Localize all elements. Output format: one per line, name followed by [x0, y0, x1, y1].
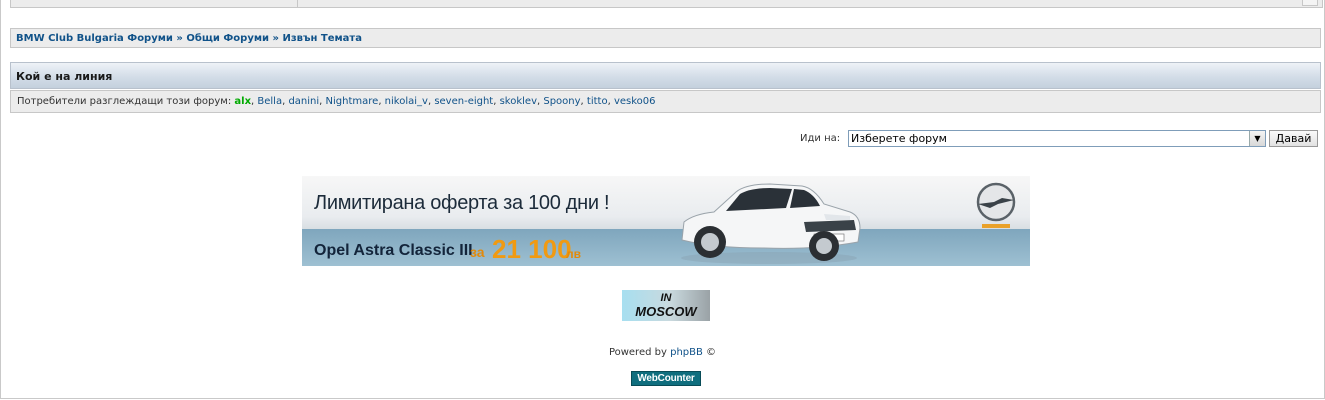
online-user[interactable]: skoklev — [500, 96, 537, 107]
badge-line-1: IN — [660, 292, 672, 304]
banner-price-prefix: за — [470, 244, 485, 260]
in-moscow-badge[interactable]: IN MOSCOW — [622, 290, 710, 321]
forum-select-value: Изберете форум — [851, 132, 947, 145]
forum-select[interactable]: Изберете форум ▼ — [848, 130, 1266, 147]
users-browsing-row: Потребители разглеждащи този форум: alx,… — [10, 90, 1321, 113]
online-user[interactable]: nikolai_v — [385, 96, 428, 107]
powered-by: Powered by phpBB © — [0, 347, 1325, 358]
breadcrumb-general-forums[interactable]: Общи Форуми — [186, 33, 269, 44]
previous-table-bottom — [10, 0, 1323, 8]
jump-label: Иди на: — [800, 133, 841, 144]
breadcrumb-forum-index[interactable]: BMW Club Bulgaria Форуми — [16, 33, 173, 44]
banner-headline: Лимитирана оферта за 100 дни ! — [314, 192, 610, 214]
copyright-mark: © — [706, 347, 717, 358]
breadcrumb-separator: » — [176, 33, 183, 44]
users-browsing-label: Потребители разглеждащи този форум: — [17, 96, 232, 107]
online-user[interactable]: Bella — [257, 96, 282, 107]
banner-price: 21 100 — [492, 234, 572, 264]
banner-model: Opel Astra Classic III — [314, 242, 473, 259]
webcounter-badge[interactable]: WebCounter — [631, 371, 701, 386]
online-user-moderator[interactable]: alx — [234, 96, 251, 107]
online-user[interactable]: Nightmare — [326, 96, 379, 107]
breadcrumb-off-topic[interactable]: Извън Темата — [282, 33, 361, 44]
car-image — [681, 183, 861, 264]
scroll-cap — [1302, 0, 1318, 6]
breadcrumb: BMW Club Bulgaria Форуми » Общи Форуми »… — [10, 28, 1321, 48]
badge-line-2: MOSCOW — [635, 304, 697, 319]
online-user[interactable]: Spoony — [543, 96, 580, 107]
opel-logo-icon — [976, 182, 1016, 228]
phpbb-link[interactable]: phpBB — [670, 347, 703, 358]
online-user[interactable]: vesko06 — [614, 96, 656, 107]
chevron-down-icon[interactable]: ▼ — [1249, 131, 1265, 146]
table-cell-divider — [297, 0, 298, 7]
banner-price-suffix: лв — [566, 247, 581, 261]
powered-prefix: Powered by — [608, 347, 667, 358]
go-button[interactable]: Давай — [1269, 130, 1318, 147]
online-user[interactable]: seven-eight — [434, 96, 493, 107]
online-user[interactable]: titto — [587, 96, 608, 107]
breadcrumb-separator: » — [272, 33, 279, 44]
who-is-online-heading: Кой е на линия — [10, 62, 1321, 89]
online-user[interactable]: danini — [288, 96, 319, 107]
opel-ad-banner[interactable]: Лимитирана оферта за 100 дни ! Opel Astr… — [302, 176, 1030, 266]
